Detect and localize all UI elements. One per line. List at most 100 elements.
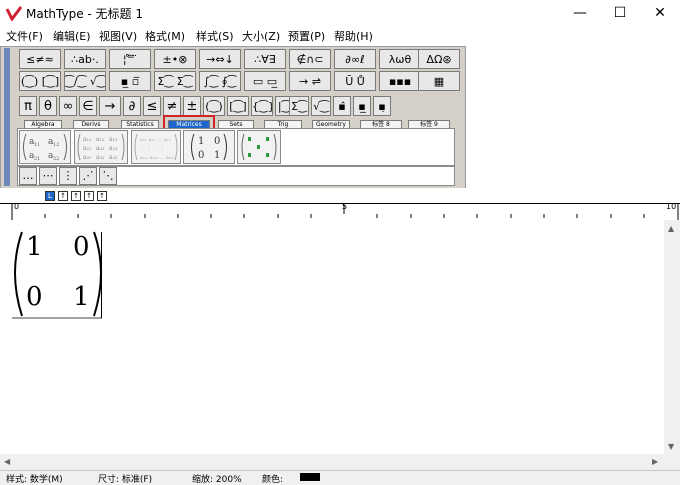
horizontal-scrollbar[interactable] [0,454,664,470]
misc-symbols-palette-button[interactable]: ∂∞ℓ [334,49,376,69]
matrix-3x3-template[interactable]: a₁₁ a₁₂ a₁₃ a₂₁ a₂₂ a₂₃ a₃₁ a₃₂ a₃₃ [74,130,128,164]
ruler-label-0: 0 [14,202,20,211]
palette-grip[interactable] [4,48,10,186]
labeled-arrows-palette-button[interactable]: → ⇌ [289,71,331,91]
brackets-template-button[interactable]: [⁐] [227,96,249,116]
subscripts-palette-button[interactable]: ▪̲ ▫̅ [109,71,151,91]
ruler-label-5: 5 [342,202,348,211]
identity-matrix-template[interactable]: 1001 [183,130,235,164]
close-button[interactable]: ✕ [640,0,680,26]
theta-symbol-button[interactable]: θ [39,96,57,116]
menu-preferences[interactable]: 预置(P) [288,28,325,44]
braces-template-button[interactable]: {⁐} [251,96,273,116]
svg-text:a₁₂: a₁₂ [96,136,105,143]
products-palette-button[interactable]: Ū Ů [334,71,376,91]
summations-palette-button[interactable]: Σ⁐ Σ⁐ [154,71,196,91]
status-zoom: 缩放: 200% [192,475,242,485]
svg-text:a₃₃: a₃₃ [109,154,118,161]
color-swatch[interactable] [300,473,320,481]
svg-text:0: 0 [198,150,204,161]
spaces-palette-button[interactable]: ∴ab·. [64,49,106,69]
ruler-ticks [11,204,679,220]
matrix-cell-1-2[interactable]: 0 [73,232,90,262]
svg-text:a₂₂: a₂₂ [96,145,105,152]
matrix-row-palette-button[interactable]: ▪▪▪ [379,71,421,91]
less-equal-symbol-button[interactable]: ≤ [143,96,161,116]
svg-text:0: 0 [214,136,220,147]
svg-text:12: 12 [53,142,59,148]
arrows-palette-button[interactable]: →⇔↓ [199,49,241,69]
diagonal-matrix-template[interactable] [237,130,281,164]
center-tab-stop-button[interactable]: ↑ [58,191,68,201]
partial-symbol-button[interactable]: ∂ [123,96,141,116]
window-title: MathType - 无标题 1 [26,7,143,21]
matrix-mxn-icon: a₁₁ a₁₂ … a₁ₙ ⋮ ⋮ ⋱ ⋮ aₘ₁ aₘ₂ … aₘₙ [134,133,178,161]
left-tab-stop-button[interactable]: L [45,191,55,201]
menu-format[interactable]: 格式(M) [145,28,185,44]
relations-palette-button[interactable]: ≤≠≈ [19,49,61,69]
menu-edit[interactable]: 编辑(E) [53,28,91,44]
logic-palette-button[interactable]: ∴∀∃ [244,49,286,69]
svg-text:21: 21 [34,156,40,162]
subscript-template-button[interactable]: ▪̲ [353,96,371,116]
matrix-cell-2-2[interactable]: 1 [73,282,90,312]
plus-minus-symbol-button[interactable]: ± [183,96,201,116]
parentheses-template-button[interactable]: (⁐) [203,96,225,116]
status-style: 样式: 数学(M) [6,475,63,485]
svg-text:aₘ₁ aₘ₂ … aₘₙ: aₘ₁ aₘ₂ … aₘₙ [140,155,174,161]
matrix-cell-2-1[interactable]: 0 [26,282,43,312]
ellipsis-down-diagonal-button[interactable]: ⋱ [99,167,117,185]
element-of-symbol-button[interactable]: ∈ [79,96,97,116]
not-equal-symbol-button[interactable]: ≠ [163,96,181,116]
ruler[interactable] [0,203,680,221]
embellishments-palette-button[interactable]: ¦ ̊ ̿ ̈ [109,49,151,69]
fractions-radicals-palette-button[interactable]: ⁐/⁐ √⁐ [64,71,106,91]
palette-empty-area [466,46,680,188]
relation-tab-stop-button[interactable]: ↑ [84,191,94,201]
mathtype-logo-icon [6,6,22,21]
sum-template-button[interactable]: Σ⁐ [289,96,309,116]
pi-symbol-button[interactable]: π [19,96,37,116]
menu-file[interactable]: 文件(F) [6,28,43,44]
svg-text:⋮ ⋮ ⋱ ⋮: ⋮ ⋮ ⋱ ⋮ [140,146,165,152]
vertical-scrollbar[interactable] [664,220,680,454]
svg-text:a₁₁ a₁₂ … a₁ₙ: a₁₁ a₁₂ … a₁ₙ [140,137,171,143]
matrix-mxn-template[interactable]: a₁₁ a₁₂ … a₁ₙ ⋮ ⋮ ⋱ ⋮ aₘ₁ aₘ₂ … aₘₙ [131,130,181,164]
menu-help[interactable]: 帮助(H) [334,28,373,44]
ellipsis-baseline-button[interactable]: … [19,167,37,185]
greek-lower-palette-button[interactable]: λωθ [379,49,421,69]
sub-sup-template-button[interactable]: ▪̣ [373,96,391,116]
matrix-grid-palette-button[interactable]: ▦ [418,71,460,91]
minimize-button[interactable]: — [560,0,600,26]
ellipsis-center-button[interactable]: ⋯ [39,167,57,185]
matrix-cell-1-1[interactable]: 1 [26,232,43,262]
ellipsis-vertical-button[interactable]: ⋮ [59,167,77,185]
scroll-down-arrow-icon[interactable]: ▼ [668,442,674,451]
matrix-parentheses [12,231,102,319]
maximize-button[interactable]: ☐ [600,0,640,26]
scroll-right-arrow-icon[interactable]: ▶ [652,457,658,466]
menu-view[interactable]: 视图(V) [99,28,137,44]
decimal-tab-stop-button[interactable]: ↑ [97,191,107,201]
diagonal-matrix-icon [241,133,277,161]
greek-upper-palette-button[interactable]: ΔΩ⊛ [418,49,460,69]
fences-palette-button[interactable]: (⁐) [⁐] [19,71,61,91]
ellipsis-up-diagonal-button[interactable]: ⋰ [79,167,97,185]
integrals-palette-button[interactable]: ∫⁐ ∮⁐ [199,71,241,91]
superscript-template-button[interactable]: ▪̂ [333,96,351,116]
matrix-2x2-template[interactable]: a 11 a 12 a 21 a 22 [19,130,71,164]
menu-size[interactable]: 大小(Z) [242,28,280,44]
status-size: 尺寸: 标准(F) [98,475,153,485]
infinity-symbol-button[interactable]: ∞ [59,96,77,116]
scroll-up-arrow-icon[interactable]: ▲ [668,224,674,233]
operators-palette-button[interactable]: ±•⊗ [154,49,196,69]
svg-text:1: 1 [214,150,220,161]
set-theory-palette-button[interactable]: ∉∩⊂ [289,49,331,69]
text-cursor [101,232,102,318]
menu-style[interactable]: 样式(S) [196,28,234,44]
right-arrow-symbol-button[interactable]: → [99,96,121,116]
right-tab-stop-button[interactable]: ↑ [71,191,81,201]
overbars-palette-button[interactable]: ▭ ▭̲ [244,71,286,91]
scroll-left-arrow-icon[interactable]: ◀ [4,457,10,466]
sqrt-template-button[interactable]: √⁐ [311,96,331,116]
